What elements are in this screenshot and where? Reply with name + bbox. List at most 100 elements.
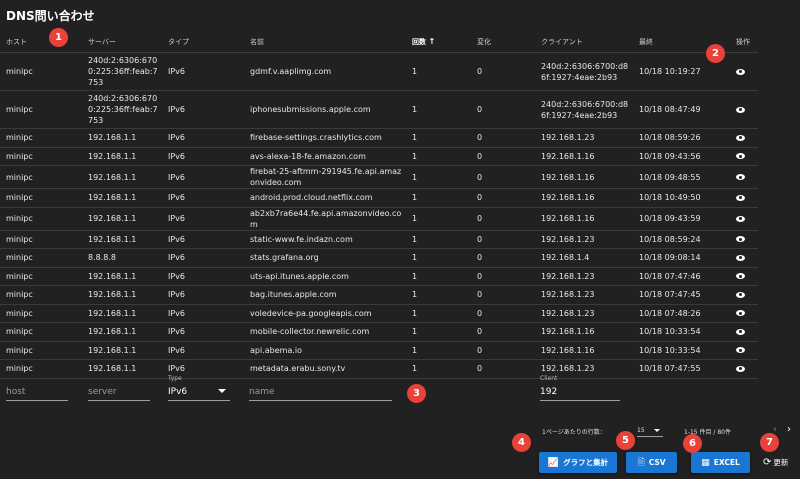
cell-client: 192.168.1.16 bbox=[535, 207, 633, 231]
eye-icon[interactable] bbox=[736, 68, 745, 75]
eye-icon[interactable] bbox=[736, 328, 745, 335]
chart-icon: 📈 bbox=[547, 457, 560, 468]
table-row: minipc 192.168.1.1 IPv6 mobile-collector.ne… bbox=[0, 322, 758, 342]
eye-icon[interactable] bbox=[736, 194, 745, 201]
cell-change: 0 bbox=[471, 230, 535, 249]
callout-badge-5: 5 bbox=[616, 431, 635, 450]
table-row: minipc 192.168.1.1 IPv6 uts-api.itunes.appl… bbox=[0, 267, 758, 286]
column-header-host[interactable]: ホスト bbox=[0, 31, 82, 53]
column-header-client[interactable]: クライアント bbox=[535, 31, 633, 53]
cell-client: 192.168.1.16 bbox=[535, 188, 633, 208]
cell-action bbox=[730, 322, 758, 342]
cell-name: iphonesubmissions.apple.com bbox=[244, 90, 406, 129]
eye-icon[interactable] bbox=[736, 254, 745, 261]
csv-export-button[interactable]: 🗎 CSV bbox=[626, 452, 677, 473]
cell-server: 192.168.1.1 bbox=[82, 304, 162, 323]
cell-server: 240d:2:6306:6700:225:36ff:feab:7753 bbox=[82, 52, 162, 91]
cell-last: 10/18 07:47:45 bbox=[633, 285, 730, 305]
cell-count: 1 bbox=[406, 230, 471, 249]
cell-host: minipc bbox=[0, 267, 82, 286]
cell-server: 192.168.1.1 bbox=[82, 322, 162, 342]
cell-action bbox=[730, 165, 758, 189]
refresh-label: 更新 bbox=[773, 458, 789, 467]
client-filter-input[interactable]: Client 192 bbox=[540, 372, 620, 401]
table-row: minipc 192.168.1.1 IPv6 ab2xb7ra6e44.fe.api… bbox=[0, 207, 758, 231]
cell-action bbox=[730, 285, 758, 305]
cell-last: 10/18 09:43:56 bbox=[633, 147, 730, 166]
column-header-count-label: 回数 bbox=[412, 37, 426, 46]
cell-name: mobile-collector.newrelic.com bbox=[244, 322, 406, 342]
cell-server: 192.168.1.1 bbox=[82, 128, 162, 148]
rows-per-page-select[interactable]: 15 bbox=[637, 424, 663, 437]
table-row: minipc 192.168.1.1 IPv6 firebase-settings.c… bbox=[0, 128, 758, 148]
cell-change: 0 bbox=[471, 188, 535, 208]
column-header-change[interactable]: 変化 bbox=[471, 31, 535, 53]
eye-icon[interactable] bbox=[736, 310, 745, 317]
spreadsheet-icon: ▦ bbox=[701, 457, 710, 468]
cell-count: 1 bbox=[406, 322, 471, 342]
eye-icon[interactable] bbox=[736, 365, 745, 372]
cell-server: 192.168.1.1 bbox=[82, 285, 162, 305]
table-header-row: ホスト サーバー タイプ 名前 回数 ↑ 変化 クライアント 最終 操作 bbox=[0, 31, 758, 53]
cell-last: 10/18 10:33:54 bbox=[633, 322, 730, 342]
cell-action bbox=[730, 230, 758, 249]
cell-change: 0 bbox=[471, 267, 535, 286]
pagination: 1ページあたりの行数： 15 1-15 件目 / 80件 ‹ › bbox=[0, 423, 800, 439]
cell-count: 1 bbox=[406, 165, 471, 189]
cell-type: IPv6 bbox=[162, 165, 244, 189]
filter-row: host server Type IPv6 name Client 192 bbox=[0, 372, 800, 412]
eye-icon[interactable] bbox=[736, 347, 745, 354]
cell-action bbox=[730, 90, 758, 129]
cell-host: minipc bbox=[0, 341, 82, 360]
cell-action bbox=[730, 248, 758, 268]
cell-host: minipc bbox=[0, 90, 82, 129]
column-header-type[interactable]: タイプ bbox=[162, 31, 244, 53]
cell-count: 1 bbox=[406, 128, 471, 148]
eye-icon[interactable] bbox=[736, 134, 745, 141]
refresh-button[interactable]: ⟳ 更新 bbox=[763, 452, 800, 473]
cell-action bbox=[730, 207, 758, 231]
host-filter-input[interactable]: host bbox=[6, 372, 68, 401]
column-header-count[interactable]: 回数 ↑ bbox=[406, 31, 471, 53]
cell-type: IPv6 bbox=[162, 248, 244, 268]
cell-last: 10/18 08:59:26 bbox=[633, 128, 730, 148]
cell-server: 192.168.1.1 bbox=[82, 230, 162, 249]
eye-icon[interactable] bbox=[736, 153, 745, 160]
next-page-icon[interactable]: › bbox=[787, 424, 791, 435]
name-filter-placeholder: name bbox=[249, 387, 275, 397]
eye-icon[interactable] bbox=[736, 106, 745, 113]
cell-name: gdmf.v.aaplimg.com bbox=[244, 52, 406, 91]
table-row: minipc 192.168.1.1 IPv6 bag.itunes.apple.co… bbox=[0, 285, 758, 305]
cell-client: 240d:2:6306:6700:d86f:1927:4eae:2b93 bbox=[535, 52, 633, 91]
cell-name: ab2xb7ra6e44.fe.api.amazonvideo.com bbox=[244, 207, 406, 231]
name-filter-input[interactable]: name bbox=[249, 372, 392, 401]
cell-last: 10/18 08:59:24 bbox=[633, 230, 730, 249]
excel-export-button[interactable]: ▦ EXCEL bbox=[691, 452, 750, 473]
cell-host: minipc bbox=[0, 285, 82, 305]
cell-name: firebat-25-aftmm-291945.fe.api.amazonvid… bbox=[244, 165, 406, 189]
eye-icon[interactable] bbox=[736, 236, 745, 243]
eye-icon[interactable] bbox=[736, 215, 745, 222]
column-header-server[interactable]: サーバー bbox=[82, 31, 162, 53]
cell-server: 240d:2:6306:6700:225:36ff:feab:7753 bbox=[82, 90, 162, 129]
column-header-name[interactable]: 名前 bbox=[244, 31, 406, 53]
cell-action bbox=[730, 52, 758, 91]
eye-icon[interactable] bbox=[736, 291, 745, 298]
cell-host: minipc bbox=[0, 52, 82, 91]
server-filter-input[interactable]: server bbox=[88, 372, 150, 401]
cell-count: 1 bbox=[406, 248, 471, 268]
cell-change: 0 bbox=[471, 128, 535, 148]
cell-last: 10/18 09:08:14 bbox=[633, 248, 730, 268]
eye-icon[interactable] bbox=[736, 273, 745, 280]
cell-action bbox=[730, 341, 758, 360]
cell-type: IPv6 bbox=[162, 341, 244, 360]
type-filter-select[interactable]: Type IPv6 bbox=[168, 372, 230, 401]
cell-host: minipc bbox=[0, 165, 82, 189]
chart-summary-button[interactable]: 📈 グラフと集計 bbox=[539, 452, 617, 473]
cell-client: 192.168.1.23 bbox=[535, 128, 633, 148]
cell-action bbox=[730, 267, 758, 286]
eye-icon[interactable] bbox=[736, 174, 745, 180]
cell-client: 240d:2:6306:6700:d86f:1927:4eae:2b93 bbox=[535, 90, 633, 129]
callout-badge-7: 7 bbox=[760, 433, 779, 452]
cell-type: IPv6 bbox=[162, 322, 244, 342]
